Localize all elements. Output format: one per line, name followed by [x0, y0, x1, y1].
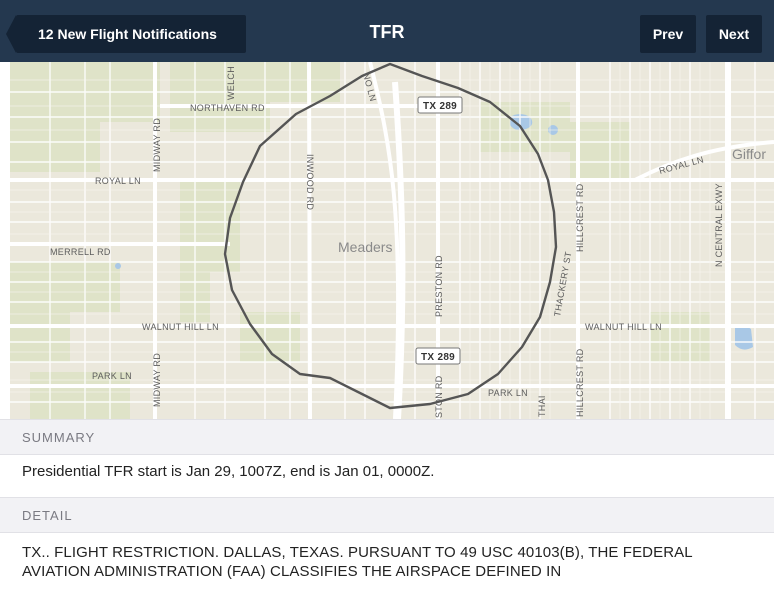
next-button[interactable]: Next — [706, 15, 762, 53]
prev-button-label: Prev — [652, 26, 684, 42]
road-label-midway-north: MIDWAY RD — [152, 118, 162, 172]
road-label-midway-south: MIDWAY RD — [152, 353, 162, 407]
back-button-label: 12 New Flight Notifications — [38, 26, 217, 42]
road-label-preston-south: STON RD — [434, 375, 444, 418]
top-navigation-bar: 12 New Flight Notifications TFR Prev Nex… — [0, 0, 774, 62]
next-button-label: Next — [718, 26, 750, 42]
back-to-notifications-button[interactable]: 12 New Flight Notifications — [6, 15, 246, 53]
road-label-thai: THAI — [537, 395, 547, 417]
summary-text: Presidential TFR start is Jan 29, 1007Z,… — [22, 463, 435, 480]
detail-text: TX.. FLIGHT RESTRICTION. DALLAS, TEXAS. … — [22, 544, 693, 580]
place-label-gifford: Giffor — [732, 146, 766, 162]
route-shield-south-label: TX 289 — [421, 352, 455, 363]
road-label-park-west: PARK LN — [92, 371, 132, 381]
road-label-walnut-hill-west: WALNUT HILL LN — [142, 322, 219, 332]
road-label-hillcrest: HILLCREST RD — [575, 183, 585, 252]
detail-section-header: DETAIL — [0, 497, 774, 533]
summary-section-header: SUMMARY — [0, 419, 774, 455]
road-label-hillcrest-south: HILLCREST RD — [575, 348, 585, 417]
route-shield-north: TX 289 — [417, 96, 463, 114]
road-label-merrell: MERRELL RD — [50, 247, 111, 257]
route-shield-south: TX 289 — [415, 347, 461, 365]
flight-notification-screen: 12 New Flight Notifications TFR Prev Nex… — [0, 0, 774, 590]
place-label-meaders: Meaders — [338, 239, 392, 255]
route-shield-north-label: TX 289 — [423, 101, 457, 112]
prev-button[interactable]: Prev — [640, 15, 696, 53]
road-label-park-east: PARK LN — [488, 388, 528, 398]
tfr-map[interactable]: TX 289 TX 289 NORTHAVEN RD ROYAL LN ROYA… — [10, 62, 774, 419]
road-label-welch: WELCH — [226, 66, 236, 100]
road-label-central: N CENTRAL EXWY — [714, 183, 724, 267]
road-label-royal-west: ROYAL LN — [95, 176, 141, 186]
road-label-preston: PRESTON RD — [434, 255, 444, 317]
road-label-walnut-hill-east: WALNUT HILL LN — [585, 322, 662, 332]
road-label-northaven: NORTHAVEN RD — [190, 103, 265, 113]
road-label-inwood: INWOOD RD — [305, 154, 315, 210]
map-canvas[interactable]: TX 289 TX 289 NORTHAVEN RD ROYAL LN ROYA… — [10, 62, 774, 419]
